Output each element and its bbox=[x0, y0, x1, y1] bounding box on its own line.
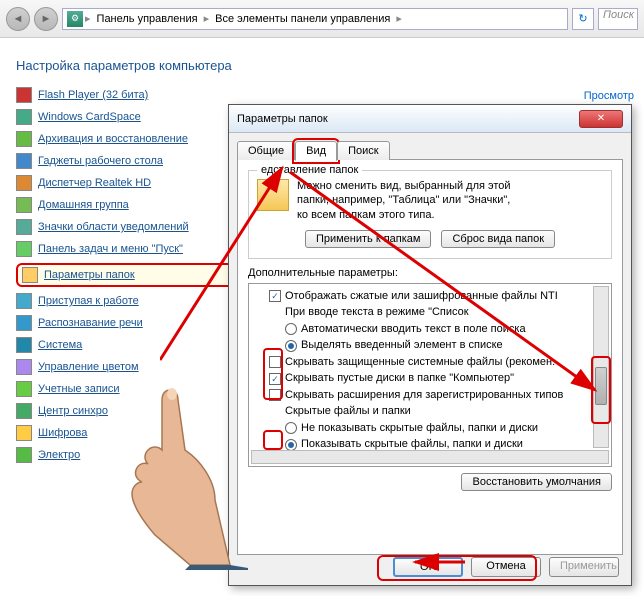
gadgets-icon bbox=[16, 153, 32, 169]
tray-icon bbox=[16, 219, 32, 235]
breadcrumb[interactable]: ⚙ ▸ Панель управления ▸ Все элементы пан… bbox=[62, 8, 568, 30]
folder-options-icon bbox=[22, 267, 38, 283]
control-panel-icon: ⚙ bbox=[67, 11, 83, 27]
folder-view-group: едставление папок Можно сменить вид, выб… bbox=[248, 170, 612, 259]
list-item[interactable]: Flash Player (32 бита) bbox=[16, 87, 628, 103]
color-icon bbox=[16, 359, 32, 375]
power-icon bbox=[16, 447, 32, 463]
radio[interactable] bbox=[285, 323, 297, 335]
view-label: Просмотр bbox=[584, 90, 634, 102]
tab-row: Общие Вид Поиск bbox=[237, 141, 623, 160]
system-icon bbox=[16, 337, 32, 353]
crumb-1[interactable]: Панель управления bbox=[93, 13, 202, 25]
crumb-2[interactable]: Все элементы панели управления bbox=[211, 13, 394, 25]
nav-bar: ◄ ► ⚙ ▸ Панель управления ▸ Все элементы… bbox=[0, 0, 644, 38]
advanced-settings: Отображать сжатые или зашифрованные файл… bbox=[248, 283, 612, 467]
taskbar-icon bbox=[16, 241, 32, 257]
folder-icon bbox=[257, 179, 289, 211]
scroll-thumb[interactable] bbox=[595, 367, 607, 405]
dialog-titlebar[interactable]: Параметры папок ✕ bbox=[229, 105, 631, 133]
flash-icon bbox=[16, 87, 32, 103]
checkbox[interactable] bbox=[269, 290, 281, 302]
search-input[interactable]: Поиск bbox=[598, 8, 638, 30]
restore-defaults-button[interactable]: Восстановить умолчания bbox=[461, 473, 612, 491]
encrypt-icon bbox=[16, 425, 32, 441]
apply-button[interactable]: Применить bbox=[549, 557, 619, 577]
speech-icon bbox=[16, 315, 32, 331]
reset-folders-button[interactable]: Сброс вида папок bbox=[441, 230, 555, 248]
ok-button[interactable]: OK bbox=[393, 557, 463, 577]
dialog-title: Параметры папок bbox=[237, 113, 328, 125]
accounts-icon bbox=[16, 381, 32, 397]
tab-view[interactable]: Вид bbox=[295, 141, 337, 161]
sync-icon bbox=[16, 403, 32, 419]
checkbox-hide-protected[interactable] bbox=[269, 356, 281, 368]
radio[interactable] bbox=[285, 340, 297, 352]
cancel-button[interactable]: Отмена bbox=[471, 557, 541, 577]
apply-to-folders-button[interactable]: Применить к папкам bbox=[305, 230, 432, 248]
tab-panel: едставление папок Можно сменить вид, выб… bbox=[237, 159, 623, 555]
advanced-label: Дополнительные параметры: bbox=[248, 267, 612, 279]
backup-icon bbox=[16, 131, 32, 147]
close-button[interactable]: ✕ bbox=[579, 110, 623, 128]
folder-options-dialog: Параметры папок ✕ Общие Вид Поиск едстав… bbox=[228, 104, 632, 586]
cardspace-icon bbox=[16, 109, 32, 125]
checkbox[interactable] bbox=[269, 373, 281, 385]
realtek-icon bbox=[16, 175, 32, 191]
radio[interactable] bbox=[285, 422, 297, 434]
back-button[interactable]: ◄ bbox=[6, 7, 30, 31]
checkbox-hide-extensions[interactable] bbox=[269, 389, 281, 401]
tab-search[interactable]: Поиск bbox=[337, 141, 389, 160]
getting-started-icon bbox=[16, 293, 32, 309]
page-title: Настройка параметров компьютера bbox=[16, 58, 628, 73]
tab-general[interactable]: Общие bbox=[237, 141, 295, 160]
vertical-scrollbar[interactable] bbox=[593, 286, 609, 448]
homegroup-icon bbox=[16, 197, 32, 213]
radio-show-hidden[interactable] bbox=[285, 439, 297, 451]
horizontal-scrollbar[interactable] bbox=[251, 450, 609, 464]
forward-button[interactable]: ► bbox=[34, 7, 58, 31]
refresh-button[interactable]: ↻ bbox=[572, 8, 594, 30]
